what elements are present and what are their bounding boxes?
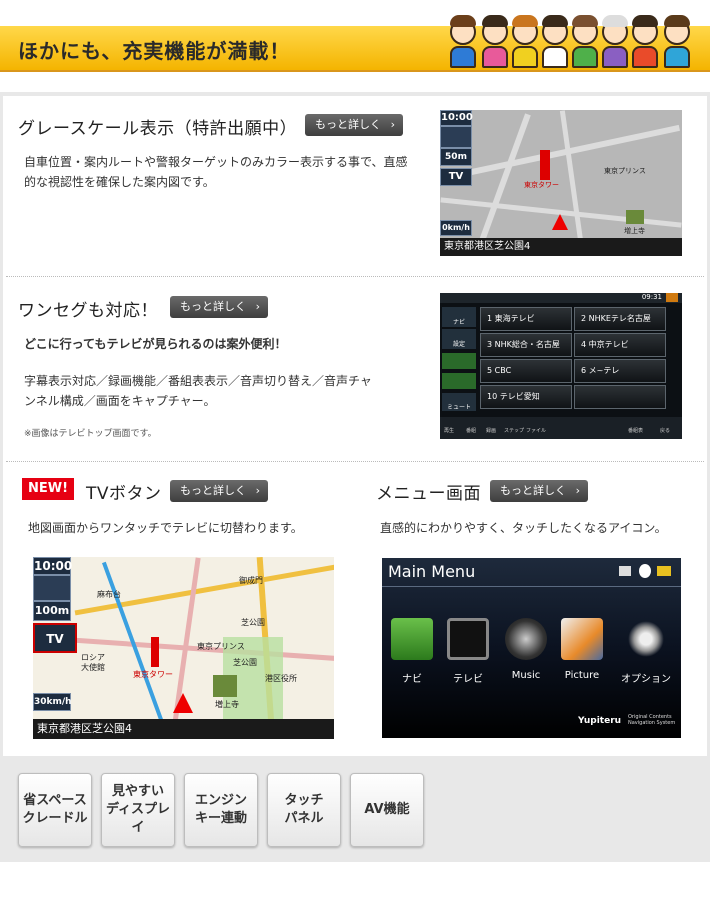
menu-item-picture[interactable]: Picture — [554, 618, 610, 681]
address-bar: 東京都港区芝公園4 — [33, 719, 334, 739]
main-menu-title: Main Menu — [388, 562, 476, 581]
menu-description: 直感的にわかりやすく、タッチしたくなるアイコン。 — [380, 521, 667, 535]
channel-button[interactable]: 3 NHK総合・名古屋 — [480, 333, 572, 357]
side-nav-button[interactable]: ナビ — [442, 307, 476, 327]
tv-button[interactable]: TV — [33, 623, 77, 653]
feature-button-cradle[interactable]: 省スペース クレードル — [18, 773, 92, 847]
volume-up-icon[interactable] — [442, 353, 476, 369]
music-icon — [505, 618, 547, 660]
sd-card-icon — [619, 566, 631, 576]
tv-icon — [447, 618, 489, 660]
channel-button[interactable] — [574, 385, 666, 409]
menu-item-navi[interactable]: ナビ — [384, 618, 440, 685]
chevron-right-icon: › — [255, 300, 260, 313]
car-position-icon — [173, 693, 193, 713]
feature-button-display[interactable]: 見やすい ディスプレイ — [101, 773, 175, 847]
tower-icon — [151, 637, 159, 667]
divider — [6, 461, 704, 462]
tv-button[interactable]: TV — [440, 168, 472, 186]
picture-icon — [561, 618, 603, 660]
grayscale-description: 自車位置・案内ルートや警報ターゲットのみカラー表示する事で、直感 的な視認性を確… — [24, 155, 408, 189]
tvbutton-map-screenshot: 麻布台 東京プリンス 芝公園 東京タワー 増上寺 港区役所 ロシア大使館 御成門… — [33, 557, 334, 739]
menu-item-tv[interactable]: テレビ — [440, 618, 496, 685]
speed-box: 30km/h — [33, 693, 72, 711]
menu-item-music[interactable]: Music — [498, 618, 554, 681]
chevron-right-icon: › — [390, 118, 395, 131]
page-title: ほかにも、充実機能が満載！ — [18, 39, 291, 63]
oneseg-lead: どこに行ってもテレビが見られるのは案外便利！ — [24, 337, 287, 351]
main-menu-screenshot: Main Menu ナビ テレビ Music Picture オプション Yup… — [382, 558, 681, 738]
chevron-right-icon: › — [255, 484, 260, 497]
tvbutton-more-button[interactable]: もっと詳しく › — [170, 480, 268, 502]
brand-logo: Yupiteru — [578, 716, 622, 726]
people-illustration — [444, 0, 704, 70]
oneseg-heading: ワンセグも対応！ — [18, 301, 158, 321]
temple-icon — [626, 210, 644, 224]
feature-button-engine[interactable]: エンジン キー連動 — [184, 773, 258, 847]
compass-icon — [33, 575, 71, 601]
scale-box: 50m — [440, 148, 472, 166]
new-badge: NEW! — [22, 478, 75, 500]
divider — [6, 276, 704, 277]
oneseg-note: ※画像はテレビトップ画面です。 — [24, 429, 157, 439]
speed-box: 0km/h — [440, 220, 472, 236]
menu-heading: メニュー画面 — [376, 484, 481, 504]
channel-button[interactable]: 10 テレビ愛知 — [480, 385, 572, 409]
clock-box: 10:00 — [440, 110, 473, 126]
tvbutton-description: 地図画面からワンタッチでテレビに切替わります。 — [28, 521, 303, 535]
channel-button[interactable]: 2 NHKEテレ名古屋 — [574, 307, 666, 331]
side-settings-button[interactable]: 設定 — [442, 329, 476, 349]
clock-box: 10:00 — [33, 557, 73, 575]
scale-box: 100m — [33, 601, 71, 621]
channel-button[interactable]: 5 CBC — [480, 359, 572, 383]
grayscale-heading: グレースケール表示（特許出願中） — [18, 119, 298, 139]
status-icon — [639, 564, 651, 578]
car-position-icon — [552, 214, 568, 230]
address-bar: 東京都港区芝公園4 — [440, 238, 682, 256]
menu-item-option[interactable]: オプション — [618, 618, 674, 685]
menu-more-button[interactable]: もっと詳しく › — [490, 480, 588, 502]
oneseg-tv-screenshot: 09:31 1 東海テレビ 2 NHKEテレ名古屋 3 NHK総合・名古屋 4 … — [440, 293, 682, 439]
tvbutton-heading: TVボタン — [86, 484, 162, 504]
channel-button[interactable]: 4 中京テレビ — [574, 333, 666, 357]
mute-button[interactable]: ミュート — [442, 393, 476, 411]
channel-button[interactable]: 1 東海テレビ — [480, 307, 572, 331]
gear-icon — [625, 618, 667, 660]
temple-icon — [213, 675, 237, 697]
grayscale-map-screenshot: 東京タワー 東京プリンス 増上寺 10:00 50m TV 0km/h 東京都港… — [440, 110, 682, 256]
battery-icon — [657, 566, 671, 576]
oneseg-description: 字幕表示対応／録画機能／番組表表示／音声切り替え／音声チャ ンネル構成／画面をキ… — [24, 374, 372, 408]
tower-icon — [540, 150, 550, 180]
volume-down-icon[interactable] — [442, 373, 476, 389]
power-icon — [666, 293, 678, 302]
feature-button-av[interactable]: AV機能 — [350, 773, 424, 847]
compass-icon — [440, 126, 472, 148]
feature-button-touch[interactable]: タッチ パネル — [267, 773, 341, 847]
grayscale-more-button[interactable]: もっと詳しく › — [305, 114, 403, 136]
oneseg-more-button[interactable]: もっと詳しく › — [170, 296, 268, 318]
brand-subtitle: Original Contents Navigation System — [628, 714, 676, 726]
map-icon — [391, 618, 433, 660]
chevron-right-icon: › — [575, 484, 580, 497]
channel-button[interactable]: 6 メ~テレ — [574, 359, 666, 383]
